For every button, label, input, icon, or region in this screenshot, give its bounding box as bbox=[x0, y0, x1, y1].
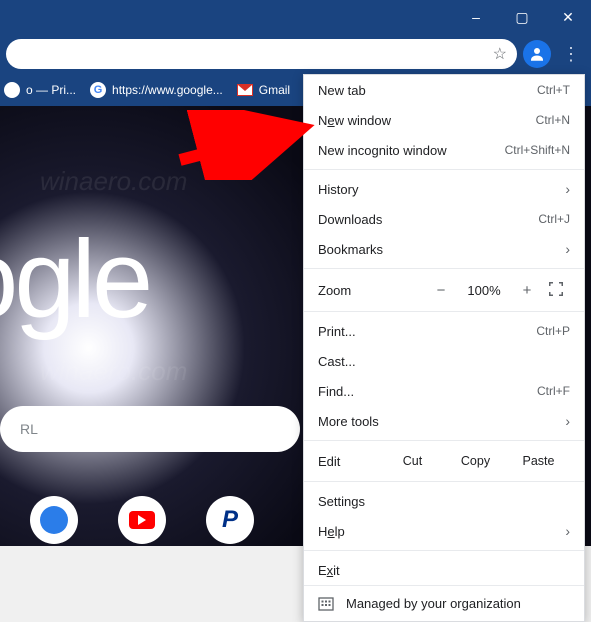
menu-label: Managed by your organization bbox=[346, 596, 521, 611]
menu-settings[interactable]: Settings bbox=[304, 486, 584, 516]
menu-separator bbox=[304, 268, 584, 269]
menu-new-window[interactable]: New window Ctrl+N bbox=[304, 105, 584, 135]
youtube-icon bbox=[129, 511, 155, 529]
address-bar[interactable]: ☆ bbox=[6, 39, 517, 69]
bookmark-item[interactable]: https://www.google... bbox=[90, 82, 223, 98]
menu-separator bbox=[304, 311, 584, 312]
close-button[interactable]: ✕ bbox=[545, 0, 591, 34]
menu-accel: Ctrl+P bbox=[536, 324, 570, 338]
bookmark-label: Gmail bbox=[259, 83, 290, 97]
menu-bookmarks[interactable]: Bookmarks bbox=[304, 234, 584, 264]
menu-managed-by-org[interactable]: Managed by your organization bbox=[304, 585, 584, 621]
menu-edit-row: Edit Cut Copy Paste bbox=[304, 445, 584, 477]
organization-icon bbox=[318, 596, 334, 612]
menu-separator bbox=[304, 550, 584, 551]
maximize-icon: ▢ bbox=[515, 9, 528, 26]
window-titlebar: – ▢ ✕ bbox=[0, 0, 591, 34]
menu-accel: Ctrl+T bbox=[537, 83, 570, 97]
edit-copy-button[interactable]: Copy bbox=[444, 454, 507, 468]
menu-label: Zoom bbox=[318, 283, 420, 298]
fullscreen-button[interactable] bbox=[548, 281, 570, 300]
menu-label: Edit bbox=[318, 454, 381, 469]
menu-exit[interactable]: Exit bbox=[304, 555, 584, 585]
menu-label: Cast... bbox=[318, 354, 570, 369]
fullscreen-icon bbox=[548, 281, 564, 297]
shortcut-winaero[interactable] bbox=[30, 496, 78, 544]
google-search-box[interactable]: RL bbox=[0, 406, 300, 452]
chrome-menu-button[interactable]: ⋮ bbox=[557, 40, 585, 68]
zoom-value: 100% bbox=[462, 283, 506, 298]
menu-label: More tools bbox=[318, 414, 557, 429]
globe-icon bbox=[40, 506, 68, 534]
edit-paste-button[interactable]: Paste bbox=[507, 454, 570, 468]
menu-separator bbox=[304, 481, 584, 482]
edit-cut-button[interactable]: Cut bbox=[381, 454, 444, 468]
menu-label: Settings bbox=[318, 494, 570, 509]
bookmark-label: o — Pri... bbox=[26, 83, 76, 97]
shortcuts-row: P bbox=[0, 496, 254, 544]
menu-history[interactable]: History bbox=[304, 174, 584, 204]
bookmark-item[interactable]: o — Pri... bbox=[4, 82, 76, 98]
watermark: winaero.com bbox=[40, 356, 187, 387]
close-icon: ✕ bbox=[562, 9, 574, 26]
bookmark-item[interactable]: Gmail bbox=[237, 83, 290, 97]
menu-label: History bbox=[318, 182, 557, 197]
menu-label: Help bbox=[318, 524, 557, 539]
menu-zoom-row: Zoom − 100% + bbox=[304, 273, 584, 307]
menu-more-tools[interactable]: More tools bbox=[304, 406, 584, 436]
menu-label: Downloads bbox=[318, 212, 538, 227]
menu-accel: Ctrl+N bbox=[536, 113, 570, 127]
menu-help[interactable]: Help bbox=[304, 516, 584, 546]
menu-accel: Ctrl+Shift+N bbox=[505, 143, 570, 157]
maximize-button[interactable]: ▢ bbox=[499, 0, 545, 34]
google-logo: oogle bbox=[0, 216, 149, 343]
menu-label: New tab bbox=[318, 83, 537, 98]
menu-new-tab[interactable]: New tab Ctrl+T bbox=[304, 75, 584, 105]
menu-downloads[interactable]: Downloads Ctrl+J bbox=[304, 204, 584, 234]
person-icon bbox=[528, 45, 546, 63]
bookmark-label: https://www.google... bbox=[112, 83, 223, 97]
menu-label: New window bbox=[318, 113, 536, 128]
menu-accel: Ctrl+J bbox=[538, 212, 570, 226]
menu-label: New incognito window bbox=[318, 143, 505, 158]
zoom-in-button[interactable]: + bbox=[516, 282, 538, 299]
zoom-out-button[interactable]: − bbox=[430, 282, 452, 299]
menu-accel: Ctrl+F bbox=[537, 384, 570, 398]
menu-new-incognito[interactable]: New incognito window Ctrl+Shift+N bbox=[304, 135, 584, 165]
gmail-favicon-icon bbox=[237, 84, 253, 96]
profile-avatar[interactable] bbox=[523, 40, 551, 68]
chrome-menu: New tab Ctrl+T New window Ctrl+N New inc… bbox=[303, 74, 585, 622]
menu-find[interactable]: Find... Ctrl+F bbox=[304, 376, 584, 406]
bookmark-star-icon[interactable]: ☆ bbox=[493, 44, 507, 64]
shortcut-paypal[interactable]: P bbox=[206, 496, 254, 544]
shortcut-youtube[interactable] bbox=[118, 496, 166, 544]
minimize-button[interactable]: – bbox=[453, 0, 499, 34]
watermark: winaero.com bbox=[40, 166, 187, 197]
menu-separator bbox=[304, 169, 584, 170]
menu-separator bbox=[304, 440, 584, 441]
menu-print[interactable]: Print... Ctrl+P bbox=[304, 316, 584, 346]
search-placeholder: RL bbox=[20, 421, 38, 437]
menu-label: Find... bbox=[318, 384, 537, 399]
minimize-icon: – bbox=[472, 9, 480, 25]
favicon-icon bbox=[4, 82, 20, 98]
menu-label: Print... bbox=[318, 324, 536, 339]
menu-label: Exit bbox=[318, 563, 570, 578]
menu-label: Bookmarks bbox=[318, 242, 557, 257]
paypal-icon: P bbox=[222, 506, 238, 534]
menu-cast[interactable]: Cast... bbox=[304, 346, 584, 376]
kebab-icon: ⋮ bbox=[562, 44, 580, 65]
google-favicon-icon bbox=[90, 82, 106, 98]
browser-toolbar: ☆ ⋮ bbox=[0, 34, 591, 74]
